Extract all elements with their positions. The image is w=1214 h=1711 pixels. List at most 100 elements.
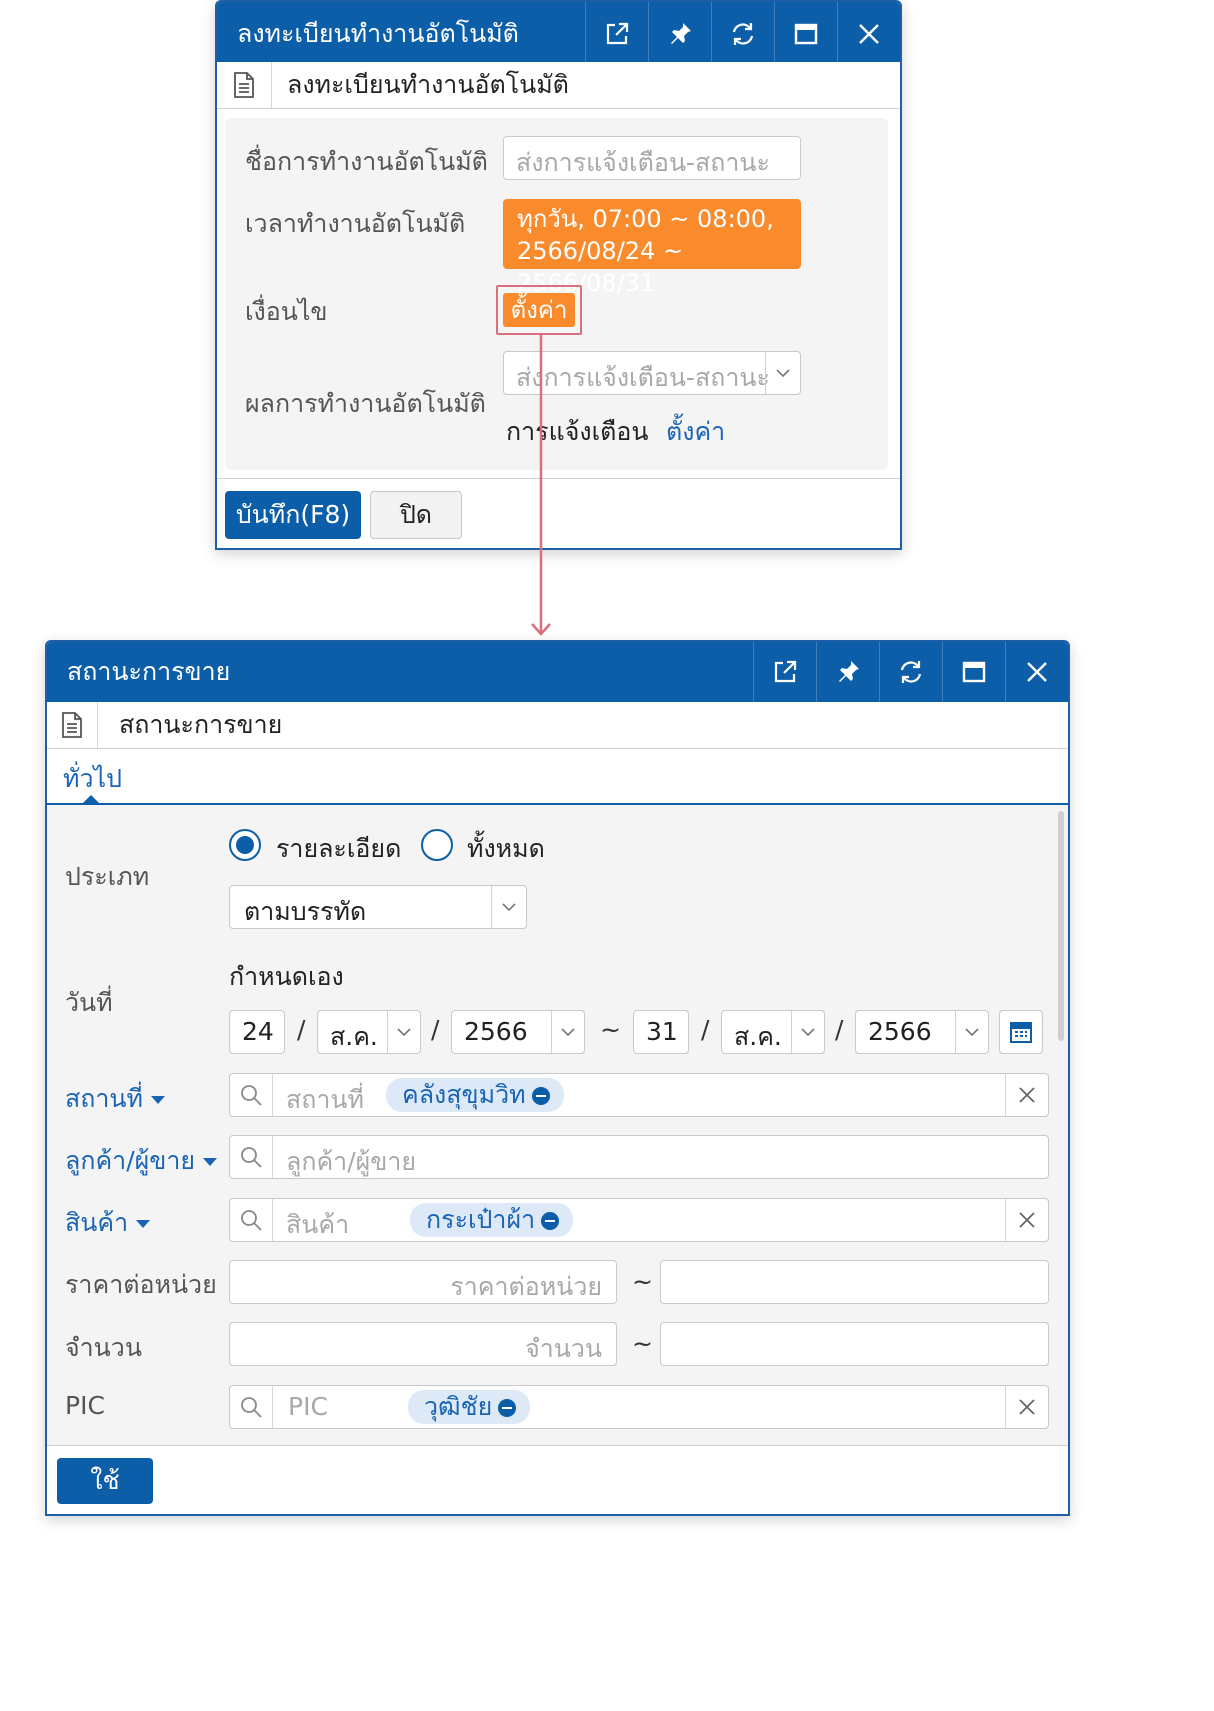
search-icon [230,1199,273,1241]
customer-search-field[interactable]: ลูกค้า/ผู้ขาย [229,1135,1049,1179]
maximize-icon[interactable] [942,642,1005,702]
to-year-select[interactable]: 2566 [855,1010,989,1054]
schedule-button[interactable]: ทุกวัน, 07:00 ~ 08:00, 2566/08/24 ~ 2566… [503,199,801,297]
form-panel: ชื่อการทำงานอัตโนมัติ ส่งการแจ้งเตือน-สถ… [225,118,888,470]
dialog-title: สถานะการขาย [67,657,231,686]
remove-tag-icon[interactable] [541,1212,560,1230]
pic-tag[interactable]: วุฒิชัย [408,1390,531,1424]
close-icon[interactable] [1005,642,1068,702]
radio-detail[interactable] [229,829,261,861]
from-year-select[interactable]: 2566 [451,1010,585,1054]
pin-icon[interactable] [648,2,711,66]
product-search-field[interactable]: สินค้า กระเป๋าผ้า [229,1198,1049,1242]
chevron-down-icon[interactable] [491,886,526,928]
date-mode: กำหนดเอง [229,962,344,991]
search-icon [230,1074,273,1116]
schedule-line-1: ทุกวัน, 07:00 ~ 08:00, [517,205,774,233]
quantity-from-input[interactable]: จำนวน [229,1322,617,1366]
notify-settings-link[interactable]: ตั้งค่า [666,412,725,452]
search-icon [230,1386,273,1428]
name-input[interactable]: ส่งการแจ้งเตือน-สถานะ [503,136,801,180]
location-search-field[interactable]: สถานที่ คลังสุขุมวิท [229,1073,1049,1117]
result-label: ผลการทำงานอัตโนมัติ [245,389,486,418]
refresh-icon[interactable] [879,642,942,702]
time-label: เวลาทำงานอัตโนมัติ [245,209,466,238]
quantity-label: จำนวน [65,1333,142,1362]
to-day-input[interactable]: 31 [633,1010,689,1054]
dialog-footer: ใช้ [47,1445,1068,1514]
apply-button[interactable]: ใช้ [57,1458,153,1504]
unit-price-tilde: ~ [632,1267,653,1296]
subheader-title: ลงทะเบียนทำงานอัตโนมัติ [287,70,569,99]
radio-detail-label: รายละเอียด [276,834,402,863]
chevron-down-icon[interactable] [955,1011,988,1053]
unit-price-to-input[interactable] [660,1260,1049,1304]
tab-general[interactable]: ทั่วไป [63,759,122,799]
popout-icon[interactable] [585,2,648,66]
date-separator: / [431,1015,440,1044]
dialog-subheader: สถานะการขาย [47,702,1068,749]
calendar-icon [1010,1022,1032,1043]
scrollbar-thumb[interactable] [1058,811,1064,1041]
caret-down-icon [136,1220,151,1228]
tab-bar: ทั่วไป [47,749,1068,805]
condition-label: เงื่อนไข [245,297,328,326]
remove-tag-icon[interactable] [498,1399,517,1417]
dialog-titlebar: สถานะการขาย [47,642,1068,702]
from-day-input[interactable]: 24 [229,1010,285,1054]
date-separator: / [835,1015,844,1044]
dialog-footer: บันทึก(F8) ปิด [217,478,900,548]
to-month-select[interactable]: ส.ค. [721,1010,825,1054]
date-label: วันที่ [65,988,113,1017]
clear-icon[interactable] [1005,1074,1048,1116]
sales-status-dialog: สถานะการขาย สถานะการขาย ทั่วไป ประเภท รา… [45,640,1070,1516]
clear-icon[interactable] [1005,1386,1048,1428]
clear-icon[interactable] [1005,1199,1048,1241]
refresh-icon[interactable] [711,2,774,66]
save-button[interactable]: บันทึก(F8) [225,491,361,539]
quantity-tilde: ~ [632,1329,653,1358]
product-filter-dropdown[interactable]: สินค้า [65,1203,151,1243]
customer-filter-dropdown[interactable]: ลูกค้า/ผู้ขาย [65,1141,218,1181]
connector-arrow [531,334,551,636]
location-filter-dropdown[interactable]: สถานที่ [65,1079,166,1119]
popout-icon[interactable] [753,642,816,702]
dialog-titlebar: ลงทะเบียนทำงานอัตโนมัติ [217,2,900,66]
pic-search-field[interactable]: PIC วุฒิชัย [229,1385,1049,1429]
close-icon[interactable] [837,2,900,66]
notify-label: การแจ้งเตือน [506,417,649,446]
chevron-down-icon[interactable] [765,352,800,394]
remove-tag-icon[interactable] [531,1087,550,1105]
date-separator: / [701,1015,710,1044]
document-icon [47,702,98,748]
quantity-to-input[interactable] [660,1322,1049,1366]
unit-price-label: ราคาต่อหน่วย [65,1270,217,1299]
condition-settings-button[interactable]: ตั้งค่า [503,293,575,327]
dialog-title: ลงทะเบียนทำงานอัตโนมัติ [237,19,519,48]
date-range-tilde: ~ [600,1015,621,1044]
from-month-select[interactable]: ส.ค. [317,1010,421,1054]
date-separator: / [297,1015,306,1044]
caret-down-icon [203,1158,218,1166]
radio-all[interactable] [421,829,453,861]
line-type-select[interactable]: ตามบรรทัด [229,885,527,929]
filter-panel: ประเภท รายละเอียด ทั้งหมด ตามบรรทัด วันท… [47,805,1068,1445]
dialog-subheader: ลงทะเบียนทำงานอัตโนมัติ [217,62,900,109]
subheader-title: สถานะการขาย [119,710,283,739]
close-button[interactable]: ปิด [370,491,462,539]
unit-price-from-input[interactable]: ราคาต่อหน่วย [229,1260,617,1304]
pin-icon[interactable] [816,642,879,702]
chevron-down-icon[interactable] [387,1011,420,1053]
auto-work-dialog: ลงทะเบียนทำงานอัตโนมัติ ลงทะเบียนทำงานอั… [215,0,902,550]
maximize-icon[interactable] [774,2,837,66]
product-tag[interactable]: กระเป๋าผ้า [410,1203,574,1237]
radio-all-label: ทั้งหมด [467,834,545,863]
tab-active-indicator [81,795,101,805]
chevron-down-icon[interactable] [791,1011,824,1053]
type-label: ประเภท [65,862,150,891]
caret-down-icon [151,1096,166,1104]
location-tag[interactable]: คลังสุขุมวิท [386,1078,564,1112]
chevron-down-icon[interactable] [551,1011,584,1053]
search-icon [230,1136,273,1178]
calendar-button[interactable] [999,1010,1043,1054]
